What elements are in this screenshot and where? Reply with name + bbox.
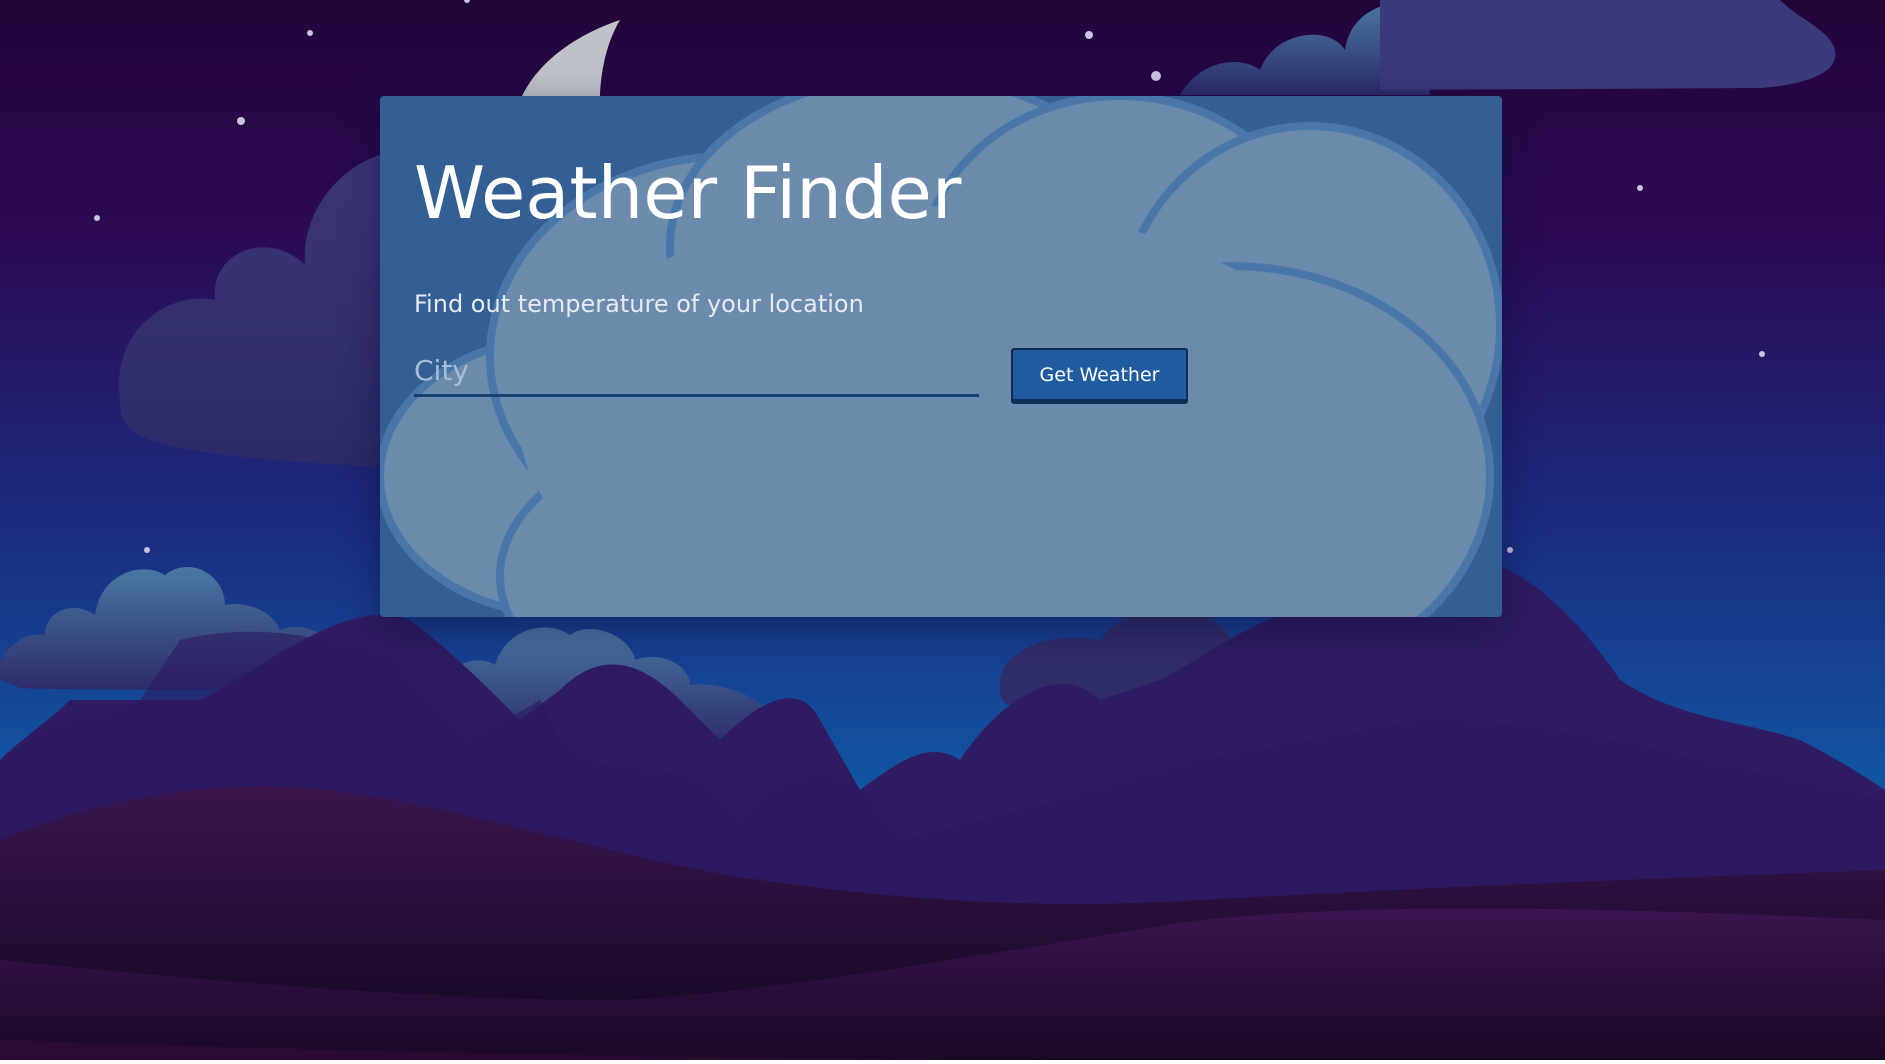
page-subtitle: Find out temperature of your location bbox=[414, 290, 864, 318]
city-input[interactable] bbox=[414, 346, 979, 397]
page-title: Weather Finder bbox=[414, 151, 962, 235]
get-weather-button[interactable]: Get Weather bbox=[1011, 348, 1188, 404]
weather-finder-card: Weather Finder Find out temperature of y… bbox=[380, 96, 1502, 617]
